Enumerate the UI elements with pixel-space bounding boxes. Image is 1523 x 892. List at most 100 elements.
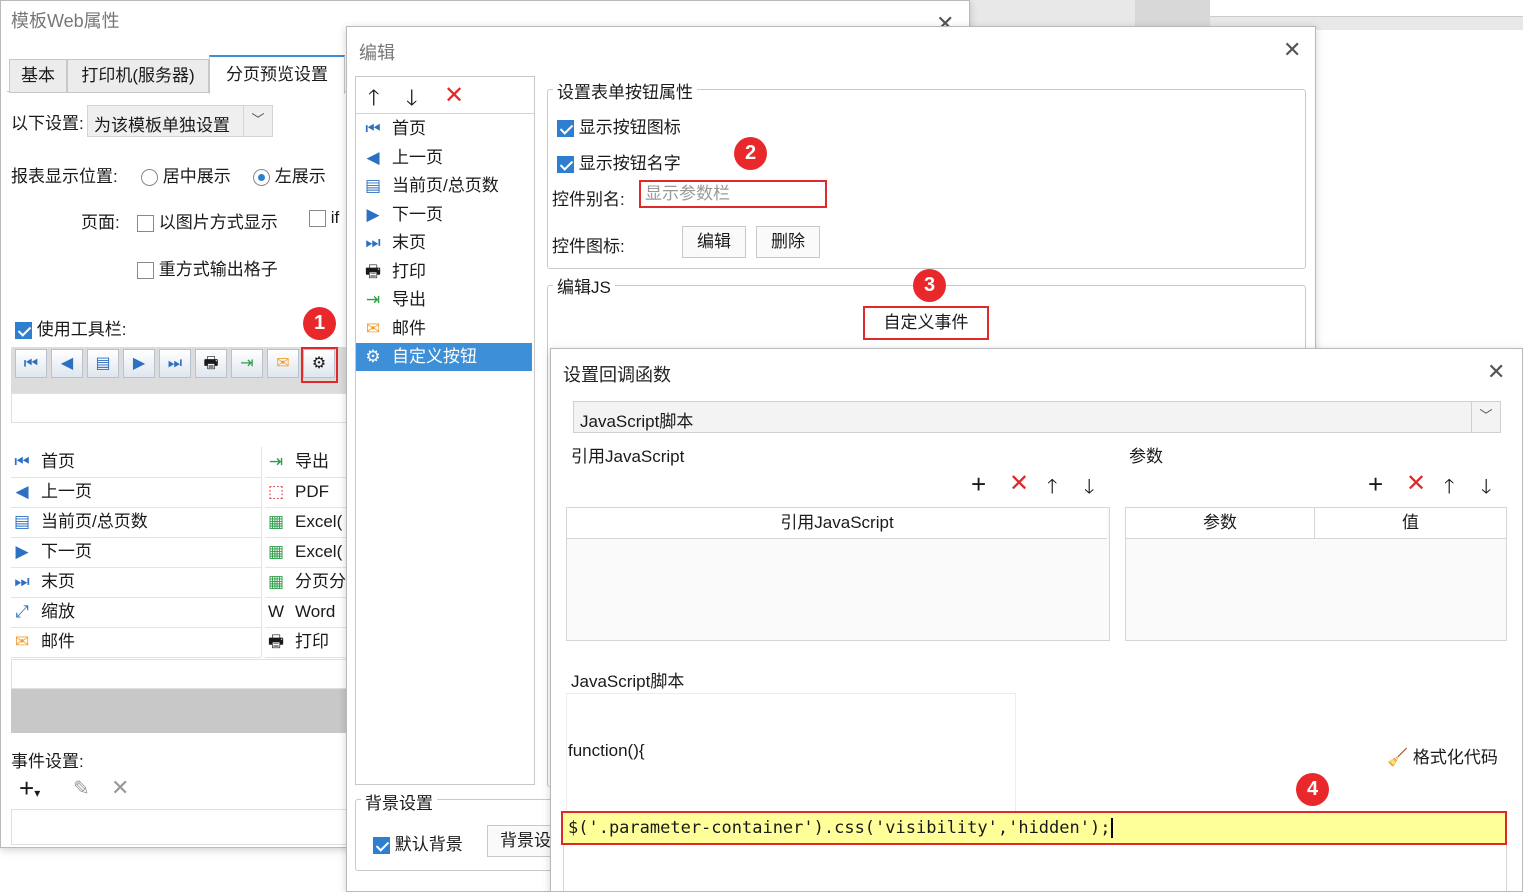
- move-up-icon[interactable]: 🡑: [368, 81, 379, 119]
- page-label: 页面:: [81, 213, 120, 232]
- page-count-icon: ▤: [13, 512, 31, 531]
- list-item[interactable]: ✉ 邮件: [11, 627, 261, 658]
- checkbox-show-icon[interactable]: 显示按钮图标: [557, 113, 681, 138]
- tab-basic[interactable]: 基本: [9, 59, 67, 93]
- list-item[interactable]: 🖶 打印: [265, 627, 351, 658]
- function-header: function(){: [568, 741, 645, 760]
- add-icon[interactable]: +: [1368, 469, 1383, 500]
- grid-divider: [261, 447, 262, 657]
- radio-left[interactable]: 左展示: [253, 162, 326, 187]
- tab-printer[interactable]: 打印机(服务器): [67, 59, 209, 93]
- page-count-icon: ▤: [364, 176, 382, 195]
- next-page-icon[interactable]: ▶: [123, 349, 155, 378]
- gear-icon: ⚙: [365, 347, 381, 366]
- list-item[interactable]: ▤ 当前页/总页数: [11, 507, 261, 538]
- close-icon[interactable]: ✕: [1487, 361, 1505, 383]
- params-column-header: 参数: [1126, 508, 1315, 539]
- add-icon[interactable]: +: [971, 469, 986, 500]
- list-item[interactable]: ▦ Excel(: [265, 537, 351, 568]
- move-up-icon[interactable]: 🡑: [1047, 472, 1057, 506]
- list-item-selected[interactable]: ⚙ 自定义按钮: [356, 343, 532, 371]
- close-icon[interactable]: ✕: [1283, 39, 1301, 61]
- list-item[interactable]: ⏭ 末页: [11, 567, 261, 598]
- format-code-button[interactable]: 🧹 格式化代码: [1387, 743, 1498, 768]
- edit-icon[interactable]: ✎: [73, 776, 90, 801]
- mail-icon[interactable]: ✉: [267, 349, 299, 378]
- custom-event-button[interactable]: 自定义事件: [863, 306, 989, 340]
- checkbox-image-mode[interactable]: 以图片方式显示: [137, 208, 278, 233]
- list-item[interactable]: ⇥ 导出: [362, 286, 534, 314]
- list-item[interactable]: ⤢ 缩放: [11, 597, 261, 628]
- script-type-select[interactable]: JavaScript脚本 ﹀: [573, 401, 1501, 433]
- add-icon[interactable]: +▾: [19, 773, 40, 804]
- print-icon: 🖶: [364, 262, 382, 281]
- toolbar-items-grid: ⏮ 首页 ◀ 上一页 ▤ 当前页/总页数 ▶ 下一页 ⏭ 末页 ⤢ 缩放 ✉ 邮件 ⇥ 导出 ⬚…: [11, 447, 351, 659]
- prev-page-icon[interactable]: ◀: [51, 349, 83, 378]
- checkbox-checked-icon: [15, 322, 32, 340]
- settings-select[interactable]: 为该模板单独设置 ﹀: [87, 105, 273, 137]
- print-icon[interactable]: 🖶: [195, 349, 227, 378]
- checkbox-show-name[interactable]: 显示按钮名字: [557, 149, 681, 174]
- edit-js-label: 编辑JS: [553, 273, 615, 298]
- checkbox-checked-icon: [373, 837, 390, 855]
- radio-center[interactable]: 居中展示: [141, 162, 231, 187]
- move-up-icon[interactable]: 🡑: [1444, 472, 1454, 506]
- delete-icon[interactable]: ✕: [444, 81, 464, 110]
- list-item[interactable]: ⏮ 首页: [11, 447, 261, 478]
- print-icon: 🖶: [267, 632, 285, 651]
- edit-icon-button[interactable]: 编辑: [682, 226, 746, 258]
- ref-js-table: 引用JavaScript: [566, 507, 1110, 641]
- list-item[interactable]: ◀ 上一页: [11, 477, 261, 508]
- script-label: JavaScript脚本: [571, 672, 685, 691]
- radio-checked-icon: [253, 169, 270, 187]
- callback-function-window: 设置回调函数 ✕ JavaScript脚本 ﹀ 引用JavaScript 参数 …: [550, 348, 1523, 892]
- last-page-icon: ⏭: [365, 233, 381, 252]
- checkbox-default-bg[interactable]: 默认背景: [373, 830, 463, 855]
- list-item[interactable]: ⏭ 末页: [362, 229, 534, 257]
- list-item[interactable]: W Word: [265, 597, 351, 628]
- report-position-label: 报表显示位置:: [11, 167, 118, 186]
- delete-icon[interactable]: ✕: [111, 775, 129, 801]
- delete-icon-button[interactable]: 删除: [756, 226, 820, 258]
- checkbox-if[interactable]: if: [309, 208, 339, 228]
- icon-label: 控件图标:: [552, 237, 625, 256]
- list-item[interactable]: ▤ 当前页/总页数: [362, 172, 534, 200]
- first-page-icon: ⏮: [365, 119, 381, 138]
- list-item[interactable]: ⬚ PDF: [265, 477, 351, 508]
- chevron-down-icon: ﹀: [243, 106, 272, 136]
- checkbox-icon: [137, 215, 154, 233]
- list-item[interactable]: ▦ 分页分: [265, 567, 351, 598]
- gear-highlight: [301, 347, 338, 383]
- checkbox-use-toolbar[interactable]: 使用工具栏:: [15, 315, 126, 340]
- list-item[interactable]: ▦ Excel(: [265, 507, 351, 538]
- checkbox-grid-output[interactable]: 重方式输出格子: [137, 255, 278, 280]
- list-item[interactable]: ⇥ 导出: [265, 447, 351, 478]
- page-count-icon[interactable]: ▤: [87, 349, 119, 378]
- step-badge-2: 2: [734, 137, 767, 170]
- list-item[interactable]: ✉ 邮件: [362, 315, 534, 343]
- move-down-icon[interactable]: 🡓: [406, 81, 417, 119]
- delete-icon[interactable]: ✕: [1009, 469, 1029, 498]
- step-badge-3: 3: [913, 269, 946, 302]
- list-item[interactable]: ◀ 上一页: [362, 144, 534, 172]
- alias-input[interactable]: 显示参数栏: [639, 180, 827, 208]
- window-title: 编辑: [359, 43, 395, 63]
- list-item[interactable]: ▶ 下一页: [11, 537, 261, 568]
- export-icon[interactable]: ⇥: [231, 349, 263, 378]
- list-item[interactable]: ⏮ 首页: [362, 115, 534, 143]
- tab-page-preview[interactable]: 分页预览设置: [209, 55, 345, 94]
- list-item[interactable]: 🖶 打印: [362, 258, 534, 286]
- first-page-icon[interactable]: ⏮: [15, 349, 47, 378]
- prev-page-icon: ◀: [366, 148, 380, 167]
- group-title: 设置表单按钮属性: [553, 78, 697, 103]
- grid-blank-row: [11, 659, 353, 689]
- last-page-icon: ⏭: [14, 572, 30, 591]
- code-line[interactable]: $('.parameter-container').css('visibilit…: [561, 811, 1507, 845]
- prev-page-icon: ◀: [15, 482, 29, 501]
- event-list: [11, 809, 353, 845]
- move-down-icon[interactable]: 🡓: [1481, 472, 1491, 506]
- delete-icon[interactable]: ✕: [1406, 469, 1426, 498]
- last-page-icon[interactable]: ⏭: [159, 349, 191, 378]
- move-down-icon[interactable]: 🡓: [1084, 472, 1094, 506]
- list-item[interactable]: ▶ 下一页: [362, 201, 534, 229]
